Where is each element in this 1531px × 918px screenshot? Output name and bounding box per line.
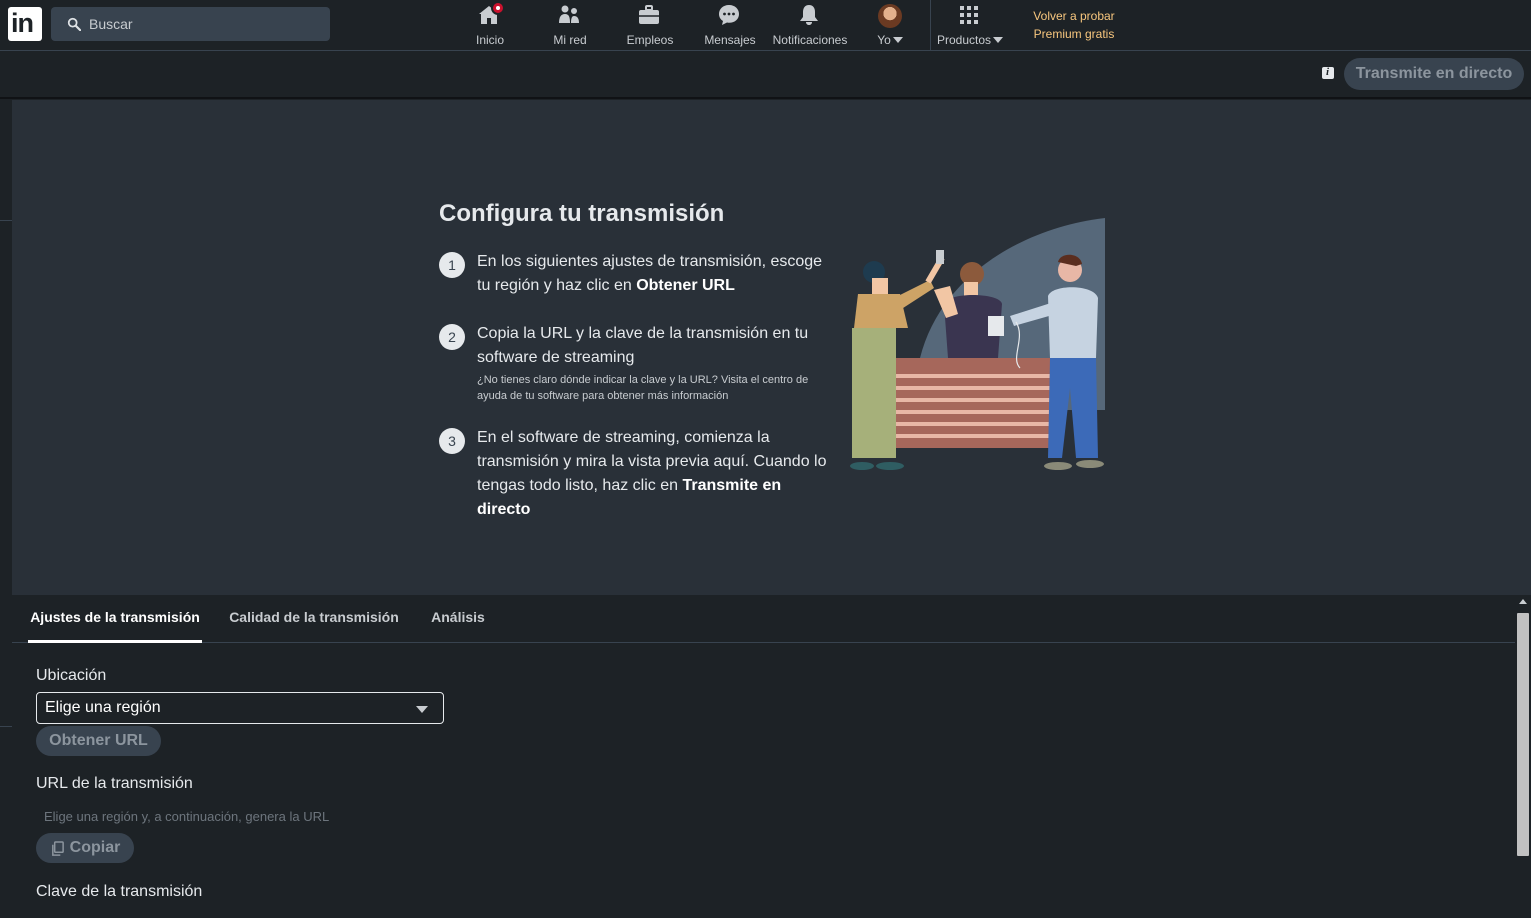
nav-label: Empleos [626, 33, 674, 47]
region-select[interactable]: Elige una región [36, 692, 444, 724]
tab-broadcast-settings[interactable]: Ajustes de la transmisión [28, 595, 202, 643]
search-input[interactable] [89, 7, 319, 41]
scrollbar[interactable] [1515, 595, 1531, 918]
step-bold: Obtener URL [636, 277, 735, 294]
live-header [0, 51, 1531, 99]
nav-my-network[interactable]: Mi red [540, 0, 600, 51]
info-icon[interactable] [1322, 66, 1334, 79]
chevron-down-icon [416, 706, 428, 713]
nav-me-label-wrap: Yo [877, 33, 903, 47]
linkedin-logo[interactable]: in [8, 7, 42, 41]
nav-label: Notificaciones [772, 33, 848, 47]
left-strip [0, 100, 12, 918]
nav-jobs[interactable]: Empleos [620, 0, 680, 51]
nav-label: Mensajes [704, 33, 756, 47]
nav-divider [930, 0, 931, 51]
scrollbar-thumb[interactable] [1517, 613, 1529, 856]
grid-icon [957, 3, 983, 29]
go-live-button[interactable]: Transmite en directo [1344, 58, 1524, 90]
notification-badge [491, 1, 505, 15]
premium-line-2: Premium gratis [1033, 27, 1115, 41]
copy-button-label: Copiar [69, 839, 121, 856]
premium-line-1: Volver a probar [1033, 9, 1115, 23]
settings-panel: Ajustes de la transmisión Calidad de la … [12, 595, 1515, 918]
tab-bar: Ajustes de la transmisión Calidad de la … [12, 595, 1515, 643]
nav-messaging[interactable]: Mensajes [700, 0, 760, 51]
top-navigation: in Inicio Mi red Empleos Mensajes [0, 0, 1531, 51]
stream-key-label: Clave de la transmisión [36, 883, 203, 900]
nav-notifications[interactable]: Notificaciones [770, 0, 850, 51]
nav-label: Yo [877, 33, 891, 47]
step-text: Copia la URL y la clave de la transmisió… [477, 325, 809, 366]
search-icon [67, 17, 81, 31]
search-box[interactable] [51, 7, 330, 41]
step-help-text: ¿No tienes claro dónde indicar la clave … [477, 374, 809, 402]
setup-preview-area: Configura tu transmisión 1 En los siguie… [12, 100, 1531, 595]
message-icon [717, 3, 743, 29]
divider [0, 726, 12, 727]
nav-products-label-wrap: Productos [936, 33, 1004, 47]
location-label: Ubicación [36, 667, 107, 684]
tab-broadcast-quality[interactable]: Calidad de la transmisión [226, 595, 402, 643]
avatar [878, 4, 902, 28]
step-number: 1 [439, 252, 465, 278]
step-number: 3 [439, 428, 465, 454]
tab-analytics[interactable]: Análisis [426, 595, 490, 643]
streaming-illustration [850, 218, 1105, 470]
copy-icon [51, 840, 64, 856]
stream-url-label: URL de la transmisión [36, 775, 193, 792]
home-icon [477, 1, 505, 29]
setup-title: Configura tu transmisión [439, 200, 725, 227]
step-text: En el software de streaming, comienza la… [477, 426, 837, 522]
nav-home[interactable]: Inicio [460, 0, 520, 51]
region-select-value: Elige una región [45, 699, 161, 716]
scroll-up-arrow-icon[interactable] [1519, 599, 1527, 604]
people-icon [557, 3, 583, 29]
nav-label: Productos [936, 33, 992, 47]
get-url-button[interactable]: Obtener URL [36, 726, 161, 756]
bell-icon [797, 3, 823, 29]
nav-products[interactable]: Productos [932, 0, 1008, 51]
nav-label: Inicio [475, 33, 504, 47]
step-number: 2 [439, 324, 465, 350]
nav-label: Mi red [553, 33, 587, 47]
divider [0, 220, 12, 221]
chevron-down-icon [993, 37, 1004, 43]
step-text: En los siguientes ajustes de transmisión… [477, 250, 837, 298]
stream-url-placeholder: Elige una región y, a continuación, gene… [44, 809, 330, 824]
premium-link[interactable]: Volver a probar Premium gratis [1026, 7, 1122, 43]
briefcase-icon [637, 3, 663, 29]
nav-me[interactable]: Yo [860, 0, 920, 51]
chevron-down-icon [892, 37, 903, 43]
copy-url-button[interactable]: Copiar [36, 833, 134, 863]
